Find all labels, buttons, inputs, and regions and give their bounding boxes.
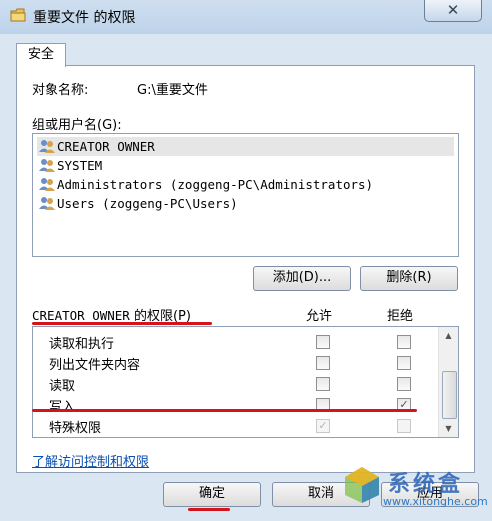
folder-icon	[10, 8, 26, 22]
deny-column-header: 拒绝	[387, 309, 414, 324]
user-group-icon	[39, 140, 55, 153]
user-row-administrators[interactable]: Administrators (zoggeng-PC\Administrator…	[37, 175, 454, 194]
object-name-label: 对象名称:	[32, 83, 89, 98]
annotation-underline	[32, 322, 212, 325]
permissions-scrollbar[interactable]: ▲ ▼	[438, 327, 458, 437]
allow-checkbox[interactable]	[316, 335, 330, 349]
permissions-list[interactable]: 读取和执行 列出文件夹内容 读取 写入 ✓ 特殊权限 ✓ ▲ ▼	[32, 326, 459, 438]
remove-button[interactable]: 删除(R)	[360, 266, 458, 291]
deny-checkbox[interactable]	[397, 377, 411, 391]
remove-button-label: 删除(R)	[386, 270, 432, 285]
scroll-down-icon[interactable]: ▼	[439, 420, 458, 437]
add-button-label: 添加(D)...	[272, 270, 332, 285]
allow-column-header: 允许	[306, 309, 333, 324]
deny-checkbox[interactable]	[397, 335, 411, 349]
allow-checkbox[interactable]	[316, 377, 330, 391]
cancel-button-label: 取消	[307, 486, 334, 501]
group-users-label: 组或用户名(G):	[32, 118, 122, 133]
user-group-icon	[39, 197, 55, 210]
user-group-icon	[39, 178, 55, 191]
allow-checkbox: ✓	[316, 419, 330, 433]
permissions-title-owner: CREATOR OWNER	[32, 308, 130, 323]
permission-name: 写入	[49, 400, 76, 415]
deny-checkbox[interactable]	[397, 356, 411, 370]
add-button[interactable]: 添加(D)...	[253, 266, 351, 291]
watermark-url: www.xitonghe.com	[383, 495, 488, 508]
permission-name: 特殊权限	[49, 421, 102, 436]
scroll-up-icon[interactable]: ▲	[439, 327, 458, 344]
scrollbar-thumb[interactable]	[442, 371, 457, 419]
permission-row-list-folder: 列出文件夹内容	[33, 352, 438, 373]
annotation-underline	[32, 409, 417, 412]
user-name: SYSTEM	[57, 158, 103, 173]
permission-name: 读取和执行	[49, 337, 115, 352]
permission-row-read: 读取	[33, 373, 438, 394]
object-name-value: G:\重要文件	[137, 83, 208, 98]
allow-checkbox[interactable]	[316, 356, 330, 370]
user-name: CREATOR OWNER	[57, 139, 155, 154]
user-list[interactable]: CREATOR OWNER SYSTEM Administrators (zog…	[32, 133, 459, 257]
deny-checkbox	[397, 419, 411, 433]
permission-row-special: 特殊权限 ✓	[33, 415, 438, 436]
ok-button-label: 确定	[198, 486, 225, 501]
user-row-system[interactable]: SYSTEM	[37, 156, 454, 175]
user-row-creator-owner[interactable]: CREATOR OWNER	[37, 137, 454, 156]
ok-button[interactable]: 确定	[163, 482, 261, 507]
user-name: Administrators (zoggeng-PC\Administrator…	[57, 177, 374, 192]
user-name: Users (zoggeng-PC\Users)	[57, 196, 238, 211]
permission-row-read-execute: 读取和执行	[33, 331, 438, 352]
watermark-logo-icon	[345, 467, 379, 503]
window-title: 重要文件 的权限	[33, 10, 136, 26]
user-group-icon	[39, 159, 55, 172]
user-row-users[interactable]: Users (zoggeng-PC\Users)	[37, 194, 454, 213]
permission-name: 读取	[49, 379, 76, 394]
tab-security-label: 安全	[27, 47, 54, 62]
watermark-title: 系统盒	[388, 472, 464, 497]
tab-security[interactable]: 安全	[16, 43, 66, 67]
annotation-underline	[188, 508, 230, 511]
permission-name: 列出文件夹内容	[49, 358, 141, 373]
title-bar: 重要文件 的权限 ✕	[0, 0, 492, 34]
close-icon: ✕	[446, 1, 460, 19]
close-button[interactable]: ✕	[424, 0, 482, 22]
learn-access-control-link[interactable]: 了解访问控制和权限	[32, 451, 149, 470]
